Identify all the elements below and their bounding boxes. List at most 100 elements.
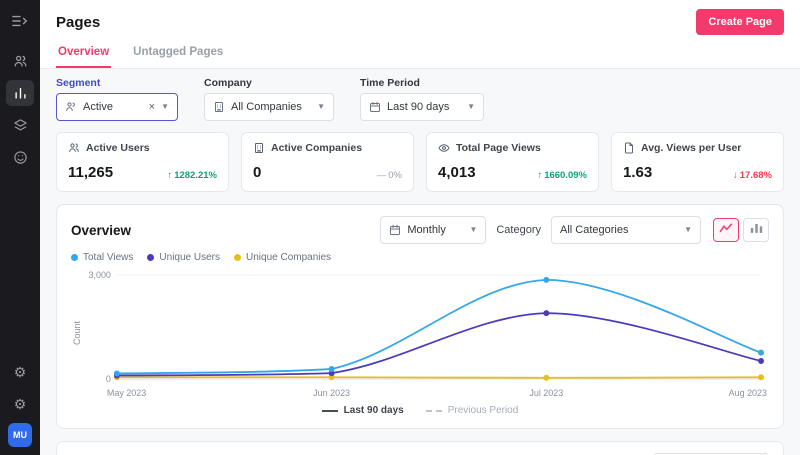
line-chart-toggle[interactable] — [713, 218, 739, 242]
workspace-avatar[interactable]: MU — [8, 423, 32, 447]
filter-bar: Segment Active × ▼ Company — [40, 69, 800, 132]
sidebar-item-analytics[interactable] — [6, 80, 34, 106]
segment-filter-label: Segment — [56, 77, 178, 89]
legend-current-period: Last 90 days — [322, 405, 404, 416]
time-period-select[interactable]: Last 90 days ▼ — [360, 93, 484, 121]
time-period-filter: Time Period Last 90 days ▼ — [360, 77, 484, 121]
tab-bar: Overview Untagged Pages — [40, 39, 800, 69]
segment-filter: Segment Active × ▼ — [56, 77, 178, 121]
segment-select[interactable]: Active × ▼ — [56, 93, 178, 121]
sidebar-item-layers[interactable] — [6, 112, 34, 138]
category-value: All Categories — [560, 224, 678, 236]
dash-icon: — — [377, 170, 387, 181]
chart-title: Overview — [71, 223, 131, 238]
sidebar: ⚙ ⚙ MU — [0, 0, 40, 455]
arrow-up-icon: ↑ — [537, 170, 542, 181]
eye-icon — [438, 142, 450, 154]
stat-value: 1.63 — [623, 164, 652, 181]
settings-gear-icon: ⚙ — [14, 396, 27, 413]
period-granularity-select[interactable]: Monthly ▼ — [380, 216, 486, 244]
users-icon — [68, 142, 80, 154]
chart-region: Count 3,000 0 May 2023 Jun 2023 Jul 2023 Aug … — [71, 265, 769, 401]
stat-label: Active Users — [86, 142, 150, 154]
y-axis-label: Count — [71, 265, 83, 401]
chevron-down-icon: ▼ — [317, 103, 325, 111]
stat-label: Total Page Views — [456, 142, 541, 154]
svg-text:Aug 2023: Aug 2023 — [729, 388, 767, 398]
gear-icon: ⚙ — [14, 364, 27, 381]
legend-dot — [147, 254, 154, 261]
sidebar-item-feedback[interactable] — [6, 144, 34, 170]
legend-previous-period: Previous Period — [426, 405, 519, 416]
svg-text:3,000: 3,000 — [88, 270, 110, 280]
create-page-button[interactable]: Create Page — [696, 9, 784, 35]
stat-value: 11,265 — [68, 164, 113, 181]
stat-card-total-page-views: Total Page Views 4,013 ↑ 1660.09% — [426, 132, 599, 192]
tab-overview[interactable]: Overview — [56, 39, 111, 68]
segment-value: Active — [83, 101, 143, 113]
layers-icon — [13, 118, 28, 133]
sidebar-item-settings[interactable]: ⚙ — [6, 391, 34, 417]
svg-text:May 2023: May 2023 — [107, 388, 146, 398]
document-icon — [623, 142, 635, 154]
bar-chart-toggle[interactable] — [743, 218, 769, 242]
smiley-icon — [13, 150, 28, 165]
legend-item-unique-companies: Unique Companies — [234, 252, 331, 263]
legend-dot — [71, 254, 78, 261]
company-value: All Companies — [231, 101, 311, 113]
menu-expand-icon — [12, 14, 28, 28]
category-label: Category — [496, 224, 541, 236]
legend-dot — [234, 254, 241, 261]
granularity-value: Monthly — [407, 224, 463, 236]
stat-card-avg-views-per-user: Avg. Views per User 1.63 ↓ 17.68% — [611, 132, 784, 192]
stat-card-active-companies: Active Companies 0 — 0% — [241, 132, 414, 192]
chevron-down-icon: ▼ — [684, 226, 692, 234]
users-icon — [13, 54, 28, 69]
chart-legend: Total Views Unique Users Unique Companie… — [71, 252, 769, 263]
svg-text:Jul 2023: Jul 2023 — [529, 388, 563, 398]
chevron-down-icon: ▼ — [467, 103, 475, 111]
overview-chart-card: Overview Monthly ▼ Category All Categori… — [56, 204, 784, 429]
sidebar-expand-button[interactable] — [6, 8, 34, 34]
calendar-icon — [389, 224, 401, 236]
users-icon — [65, 101, 77, 113]
arrow-up-icon: ↑ — [167, 170, 172, 181]
stat-change: ↓ 17.68% — [733, 170, 772, 181]
stat-value: 0 — [253, 164, 261, 181]
clear-segment-icon[interactable]: × — [149, 102, 155, 113]
building-icon — [213, 101, 225, 113]
category-select[interactable]: All Categories ▼ — [551, 216, 701, 244]
building-icon — [253, 142, 265, 154]
stats-row: Active Users 11,265 ↑ 1282.21% Active Co… — [40, 132, 800, 192]
main-content: Pages Create Page Overview Untagged Page… — [40, 0, 800, 455]
arrow-down-icon: ↓ — [733, 170, 738, 181]
time-period-value: Last 90 days — [387, 101, 461, 113]
tab-untagged-pages[interactable]: Untagged Pages — [131, 39, 225, 68]
chevron-down-icon: ▼ — [469, 226, 477, 234]
bar-chart-icon — [750, 221, 763, 239]
overview-line-chart: 3,000 0 May 2023 Jun 2023 Jul 2023 Aug 2023 — [83, 265, 769, 401]
time-period-filter-label: Time Period — [360, 77, 484, 89]
line-chart-icon — [719, 221, 733, 239]
solid-line-swatch — [322, 410, 338, 412]
sidebar-item-users[interactable] — [6, 48, 34, 74]
legend-item-unique-users: Unique Users — [147, 252, 220, 263]
topbar: Pages Create Page — [40, 0, 800, 39]
bar-chart-icon — [13, 86, 28, 101]
stat-change: ↑ 1660.09% — [537, 170, 587, 181]
period-legend: Last 90 days Previous Period — [71, 401, 769, 422]
page-view-by-user-card: Page View by User ▼ Most Viewed ▼ — [56, 441, 784, 455]
stat-change: ↑ 1282.21% — [167, 170, 217, 181]
sidebar-item-integrations[interactable]: ⚙ — [6, 359, 34, 385]
stat-card-active-users: Active Users 11,265 ↑ 1282.21% — [56, 132, 229, 192]
chevron-down-icon: ▼ — [161, 103, 169, 111]
calendar-icon — [369, 101, 381, 113]
stat-value: 4,013 — [438, 164, 476, 181]
company-select[interactable]: All Companies ▼ — [204, 93, 334, 121]
dashed-line-swatch — [426, 410, 442, 412]
stat-label: Avg. Views per User — [641, 142, 741, 154]
company-filter-label: Company — [204, 77, 334, 89]
svg-text:0: 0 — [106, 374, 111, 384]
stat-label: Active Companies — [271, 142, 362, 154]
svg-text:Jun 2023: Jun 2023 — [313, 388, 350, 398]
